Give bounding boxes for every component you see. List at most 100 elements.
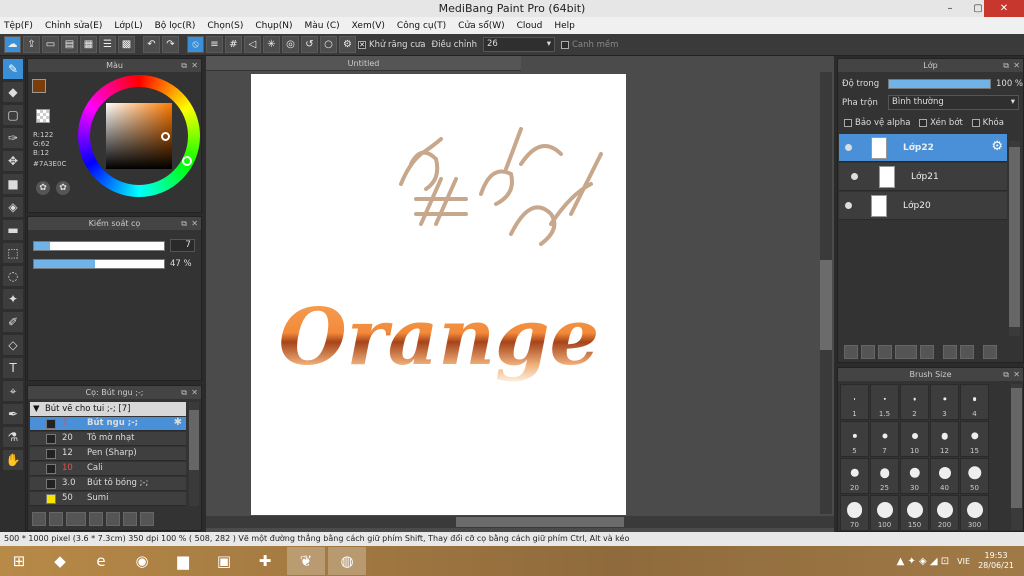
layer-opacity-slider[interactable]	[888, 79, 991, 89]
brush-size-cell[interactable]: 12	[930, 421, 959, 457]
primary-color-swatch[interactable]	[32, 79, 46, 93]
gradient-tool-icon[interactable]: ▬	[3, 220, 23, 240]
bluestacks-icon[interactable]: ◆	[41, 547, 79, 575]
menu-layer[interactable]: Lớp(L)	[114, 21, 142, 31]
close-icon[interactable]: ✕	[191, 59, 198, 72]
scroll-thumb[interactable]	[189, 410, 199, 470]
brush-size-cell[interactable]: 3	[930, 384, 959, 420]
vanishing-point-icon[interactable]: ◁	[244, 36, 261, 53]
hand-tool-icon[interactable]: ✋	[3, 450, 23, 470]
menu-file[interactable]: Tệp(F)	[4, 21, 33, 31]
brush-size-cell[interactable]: 100	[870, 495, 899, 531]
layer-menu-icon[interactable]	[895, 345, 917, 359]
brush-size-cell[interactable]: 20	[840, 458, 869, 494]
fill-shape-tool-icon[interactable]: ■	[3, 174, 23, 194]
collapse-icon[interactable]: ▼	[33, 404, 40, 414]
layer-row-lop21[interactable]: Lớp21	[839, 163, 1007, 191]
brush-size-cell[interactable]: 40	[930, 458, 959, 494]
brush-size-cell[interactable]: 2	[900, 384, 929, 420]
gear-icon[interactable]: ⚙	[991, 139, 1003, 154]
magic-wand-icon[interactable]: ✦	[3, 289, 23, 309]
canvas[interactable]: Orange	[251, 74, 626, 515]
brush-tool-icon[interactable]: ✎	[3, 59, 23, 79]
gear-icon[interactable]: ✱	[174, 417, 182, 428]
menu-help[interactable]: Help	[554, 21, 575, 31]
brush-size-cell[interactable]: 50	[960, 458, 989, 494]
brush-size-cell[interactable]: 10	[900, 421, 929, 457]
transparent-swatch[interactable]	[36, 109, 50, 123]
popout-icon[interactable]: ⧉	[181, 386, 187, 399]
folder-icon[interactable]	[106, 512, 120, 526]
menu-view[interactable]: Xem(V)	[352, 21, 385, 31]
menu-window[interactable]: Cửa sổ(W)	[458, 21, 504, 31]
popout-icon[interactable]: ⧉	[181, 217, 187, 230]
clip-studio-icon[interactable]: ❦	[287, 547, 325, 575]
language-indicator[interactable]: VIE	[957, 557, 970, 566]
crosshatch-snap-icon[interactable]: #	[225, 36, 242, 53]
share-icon[interactable]: ⇪	[23, 36, 40, 53]
divide-tool-icon[interactable]: ✒	[3, 404, 23, 424]
layer-row-lop22[interactable]: Lớp22 ⚙	[839, 134, 1007, 162]
popout-icon[interactable]: ⧉	[1003, 368, 1009, 381]
cloud-icon[interactable]: ☁	[4, 36, 21, 53]
brush-item[interactable]: 20 Tô mờ nhạt	[30, 432, 186, 446]
eyedropper-icon[interactable]: ⚗	[3, 427, 23, 447]
move-tool-icon[interactable]: ✥	[3, 151, 23, 171]
minimize-button[interactable]: –	[936, 0, 964, 17]
undo-icon[interactable]: ↶	[143, 36, 160, 53]
new-1bit-layer-icon[interactable]	[878, 345, 892, 359]
vertical-scroll-thumb[interactable]	[820, 260, 832, 350]
visibility-icon[interactable]	[845, 144, 852, 151]
menu-edit[interactable]: Chỉnh sửa(E)	[45, 21, 102, 31]
visibility-icon[interactable]	[845, 202, 852, 209]
protect-alpha-checkbox[interactable]	[844, 118, 852, 127]
bucket-tool-icon[interactable]: ◈	[3, 197, 23, 217]
horizontal-scroll-thumb[interactable]	[456, 517, 624, 527]
brush-list-scrollbar[interactable]	[189, 402, 199, 506]
palette-add-icon[interactable]: ✿	[56, 181, 70, 195]
brush-size-cell[interactable]: 1.5	[870, 384, 899, 420]
brush-size-cell[interactable]: 5	[840, 421, 869, 457]
new-halftone-layer-icon[interactable]	[861, 345, 875, 359]
close-icon[interactable]: ✕	[191, 386, 198, 399]
brush-group-header[interactable]: ▼ Bút vẽ cho tui ;-; [7]	[30, 402, 186, 416]
medibang-icon[interactable]: ◍	[328, 547, 366, 575]
radial-snap-icon[interactable]: ✳	[263, 36, 280, 53]
page-icon[interactable]: ▦	[80, 36, 97, 53]
trash-icon[interactable]	[983, 345, 997, 359]
brush-size-value[interactable]: 7	[170, 239, 195, 252]
scroll-thumb[interactable]	[1009, 147, 1020, 327]
scroll-thumb[interactable]	[1011, 388, 1022, 508]
snap-checkbox[interactable]	[560, 40, 569, 49]
copy-brush-icon[interactable]	[89, 512, 103, 526]
brush-size-cell[interactable]: 7	[870, 421, 899, 457]
select-eraser-icon[interactable]: ◇	[3, 335, 23, 355]
brush-size-cell[interactable]: 25	[870, 458, 899, 494]
brush-size-cell[interactable]: 300	[960, 495, 989, 531]
curve-snap-icon[interactable]: ↺	[301, 36, 318, 53]
hue-cursor[interactable]	[182, 156, 192, 166]
text-tool-icon[interactable]: T	[3, 358, 23, 378]
layer-row-lop20[interactable]: Lớp20	[839, 192, 1007, 220]
brush-size-slider[interactable]	[33, 241, 165, 251]
circle-snap-icon[interactable]: ◎	[282, 36, 299, 53]
snap-off-icon[interactable]: ⦸	[187, 36, 204, 53]
brush-size-cell[interactable]: 150	[900, 495, 929, 531]
add-brush-icon[interactable]	[32, 512, 46, 526]
rectangle-tool-icon[interactable]: ▢	[3, 105, 23, 125]
menu-select[interactable]: Chọn(S)	[207, 21, 243, 31]
brush-size-cell[interactable]: 30	[900, 458, 929, 494]
menu-snap[interactable]: Chụp(N)	[255, 21, 292, 31]
brush-item[interactable]: 10 Cali	[30, 462, 186, 476]
operation-tool-icon[interactable]: ⌖	[3, 381, 23, 401]
windows-start-icon[interactable]: ⊞	[0, 547, 38, 575]
brush-size-cell[interactable]: 70	[840, 495, 869, 531]
folder-icon[interactable]	[920, 345, 934, 359]
popout-icon[interactable]: ⧉	[1003, 59, 1009, 72]
parallel-snap-icon[interactable]: ≡	[206, 36, 223, 53]
brush-item[interactable]: 12 Pen (Sharp)	[30, 447, 186, 461]
close-button[interactable]: ✕	[984, 0, 1024, 17]
menu-cloud[interactable]: Cloud	[517, 21, 543, 31]
brush-item[interactable]: 50 Sumi	[30, 492, 186, 506]
eraser-tool-icon[interactable]: ◆	[3, 82, 23, 102]
